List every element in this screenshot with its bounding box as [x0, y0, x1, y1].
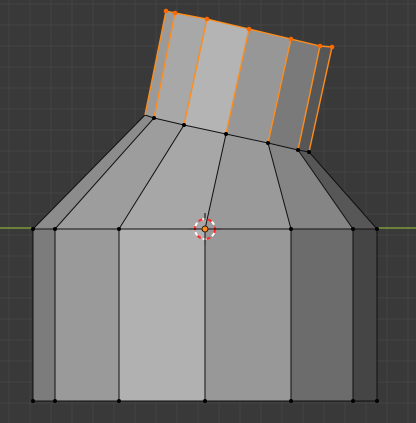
selected-vertex[interactable] — [163, 8, 169, 14]
mesh-vertex[interactable] — [117, 227, 121, 231]
mesh-vertex[interactable] — [351, 399, 355, 403]
bottom-face-5[interactable] — [291, 229, 353, 401]
mesh-vertex[interactable] — [53, 227, 57, 231]
bottom-face-4[interactable] — [205, 229, 291, 401]
3d-viewport[interactable] — [0, 0, 416, 423]
bottom-face-1[interactable] — [33, 229, 55, 401]
mesh-vertex[interactable] — [203, 399, 207, 403]
selected-vertex[interactable] — [246, 26, 252, 32]
bottom-face-6[interactable] — [353, 229, 377, 401]
selected-vertex[interactable] — [204, 16, 210, 22]
bottom-face-3[interactable] — [119, 229, 205, 401]
mesh-vertex[interactable] — [53, 399, 57, 403]
mesh-vertex[interactable] — [31, 227, 35, 231]
cylinder-mesh[interactable] — [31, 8, 379, 403]
mesh-vertex[interactable] — [266, 141, 270, 145]
mesh-vertex[interactable] — [351, 227, 355, 231]
selected-vertex[interactable] — [317, 43, 323, 49]
mesh-vertex[interactable] — [182, 123, 186, 127]
mesh-vertex[interactable] — [289, 399, 293, 403]
mesh-vertex[interactable] — [31, 399, 35, 403]
selected-vertex[interactable] — [172, 10, 178, 16]
bottom-face-2[interactable] — [55, 229, 119, 401]
mesh-vertex[interactable] — [307, 150, 311, 154]
mesh-vertex[interactable] — [296, 148, 300, 152]
viewport-canvas[interactable] — [0, 0, 416, 423]
mesh-vertex[interactable] — [117, 399, 121, 403]
mesh-vertex[interactable] — [224, 132, 228, 136]
object-origin-dot — [201, 225, 209, 233]
mesh-vertex[interactable] — [152, 116, 156, 120]
mesh-vertex[interactable] — [375, 227, 379, 231]
mesh-vertex[interactable] — [375, 399, 379, 403]
selected-vertex[interactable] — [288, 36, 294, 42]
selected-vertex[interactable] — [329, 44, 335, 50]
mesh-vertex[interactable] — [289, 227, 293, 231]
